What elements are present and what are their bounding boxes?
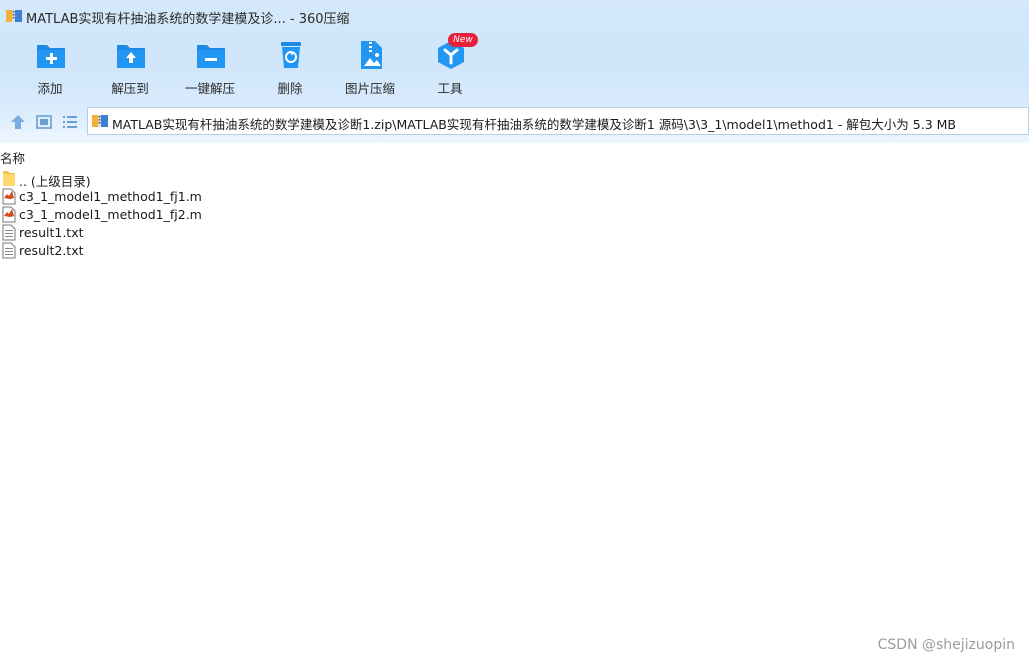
extract-to-icon <box>117 45 145 68</box>
list-item[interactable]: result1.txt <box>2 224 402 242</box>
list-item[interactable]: .. (上级目录) <box>2 170 402 189</box>
text-file-icon <box>2 242 16 259</box>
delete-button[interactable]: 删除 <box>250 36 330 98</box>
file-list: 名称 .. (上级目录) c3_1_model1_method1_fj1.m c… <box>0 143 1029 663</box>
matlab-file-icon <box>2 188 16 205</box>
file-name: result1.txt <box>19 225 84 240</box>
title-bar: MATLAB实现有杆抽油系统的数学建模及诊... - 360压缩 <box>0 0 1029 32</box>
matlab-file-icon <box>2 206 16 223</box>
list-item[interactable]: c3_1_model1_method1_fj2.m <box>2 206 402 224</box>
list-item[interactable]: result2.txt <box>2 242 402 260</box>
thumbnail-view-icon[interactable] <box>35 113 53 131</box>
column-header-name[interactable]: 名称 <box>0 148 25 167</box>
zip-archive-icon <box>92 115 108 127</box>
navigation-row: MATLAB实现有杆抽油系统的数学建模及诊断1.zip\MATLAB实现有杆抽油… <box>0 106 1029 136</box>
image-compress-button[interactable]: 图片压缩 <box>330 36 410 98</box>
add-label: 添加 <box>37 81 63 96</box>
text-file-icon <box>2 224 16 241</box>
file-name: c3_1_model1_method1_fj1.m <box>19 189 202 204</box>
zip-archive-icon <box>6 10 22 22</box>
watermark: CSDN @shejizuopin <box>877 637 1015 653</box>
tools-button[interactable]: New 工具 <box>410 33 490 98</box>
address-bar[interactable]: MATLAB实现有杆抽油系统的数学建模及诊断1.zip\MATLAB实现有杆抽油… <box>87 107 1029 135</box>
window-title: MATLAB实现有杆抽油系统的数学建模及诊... - 360压缩 <box>26 12 350 27</box>
list-item[interactable]: c3_1_model1_method1_fj1.m <box>2 188 402 206</box>
image-compress-label: 图片压缩 <box>344 81 395 96</box>
delete-icon <box>281 42 301 68</box>
add-icon <box>37 45 65 68</box>
up-arrow-icon[interactable] <box>9 113 27 131</box>
address-path: MATLAB实现有杆抽油系统的数学建模及诊断1.zip\MATLAB实现有杆抽油… <box>112 117 956 132</box>
extract-to-button[interactable]: 解压到 <box>90 36 170 98</box>
top-chrome: MATLAB实现有杆抽油系统的数学建模及诊... - 360压缩 添加 解压到 <box>0 0 1029 143</box>
list-view-icon[interactable] <box>61 113 79 131</box>
add-button[interactable]: 添加 <box>10 36 90 98</box>
tools-label: 工具 <box>437 81 463 96</box>
file-name: result2.txt <box>19 243 84 258</box>
delete-label: 删除 <box>277 81 303 96</box>
new-badge: New <box>448 33 478 47</box>
one-click-extract-label: 一键解压 <box>184 81 235 96</box>
extract-to-label: 解压到 <box>111 81 149 96</box>
file-name: c3_1_model1_method1_fj2.m <box>19 207 202 222</box>
toolbar: 添加 解压到 一键解压 删除 图片压缩 New 工具 <box>0 33 1029 98</box>
folder-icon <box>3 171 15 186</box>
image-compress-icon <box>361 41 382 69</box>
one-click-extract-button[interactable]: 一键解压 <box>170 36 250 98</box>
one-click-extract-icon <box>197 45 225 68</box>
